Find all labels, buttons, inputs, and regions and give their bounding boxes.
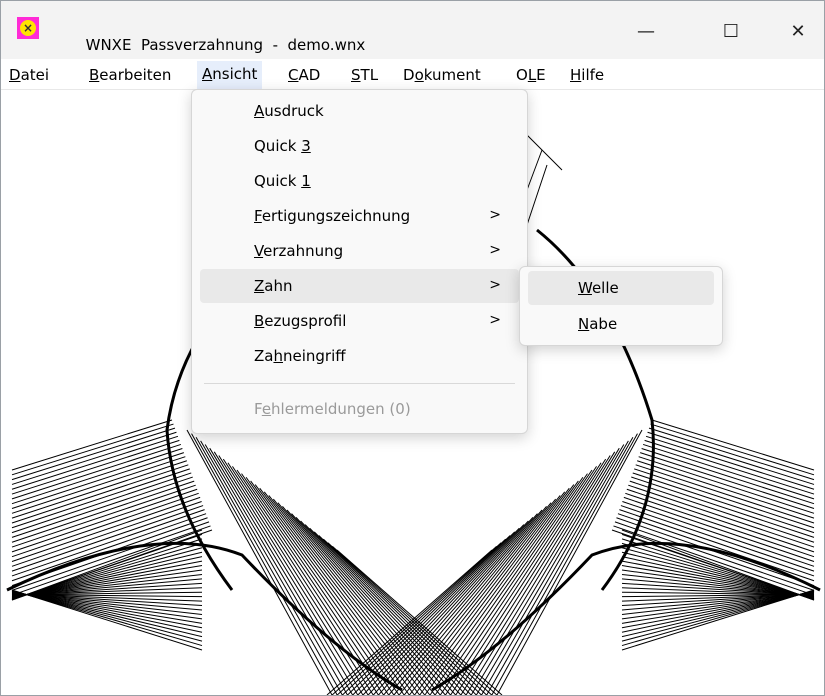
menu-datei[interactable]: Datei	[9, 66, 49, 84]
chevron-right-icon: >	[489, 312, 501, 328]
menu-ole[interactable]: OLE	[516, 66, 546, 84]
menu-stl[interactable]: STL	[351, 66, 378, 84]
chevron-right-icon: >	[489, 207, 501, 223]
menu-item-fertigungszeichnung[interactable]: Fertigungszeichnung >	[200, 199, 519, 233]
menu-cad[interactable]: CAD	[288, 66, 320, 84]
menu-item-bezugsprofil[interactable]: Bezugsprofil >	[200, 304, 519, 338]
menu-separator	[204, 383, 515, 384]
close-button[interactable]: ✕	[768, 1, 825, 59]
zahn-submenu: Welle Nabe	[519, 266, 723, 346]
menu-item-fehlermeldungen: Fehlermeldungen (0)	[254, 400, 411, 418]
chevron-right-icon: >	[489, 242, 501, 258]
menu-item-quick-1[interactable]: Quick 1	[200, 164, 519, 198]
maximize-button[interactable]: ☐	[701, 1, 761, 59]
submenu-item-welle[interactable]: Welle	[528, 271, 714, 305]
menu-item-ausdruck[interactable]: Ausdruck	[200, 94, 519, 128]
menu-item-verzahnung[interactable]: Verzahnung >	[200, 234, 519, 268]
menu-ansicht[interactable]: Ansicht	[197, 61, 263, 90]
menu-dokument[interactable]: Dokument	[403, 66, 481, 84]
title-bar[interactable]: × WNXE Passverzahnung - demo.wnx — ☐ ✕	[1, 1, 824, 59]
menu-hilfe[interactable]: Hilfe	[570, 66, 604, 84]
minimize-button[interactable]: —	[616, 1, 676, 59]
menu-bearbeiten[interactable]: Bearbeiten	[89, 66, 171, 84]
submenu-item-nabe[interactable]: Nabe	[528, 307, 714, 341]
document-title: Passverzahnung - demo.wnx	[140, 36, 366, 54]
app-window: × WNXE Passverzahnung - demo.wnx — ☐ ✕ D…	[0, 0, 825, 696]
menu-bar: Datei Bearbeiten Ansicht CAD STL Dokumen…	[1, 59, 824, 90]
wnxe-app-icon[interactable]: ×	[17, 17, 39, 39]
chevron-right-icon: >	[489, 277, 501, 293]
x-glyph: ×	[22, 21, 34, 35]
menu-item-zahn[interactable]: Zahn >	[200, 269, 519, 303]
menu-item-quick-3[interactable]: Quick 3	[200, 129, 519, 163]
app-name: WNXE	[85, 36, 132, 54]
menu-item-zahneingriff[interactable]: Zahneingriff	[200, 339, 519, 373]
ansicht-dropdown: Ausdruck Quick 3 Quick 1 Fertigungszeich…	[191, 89, 528, 434]
